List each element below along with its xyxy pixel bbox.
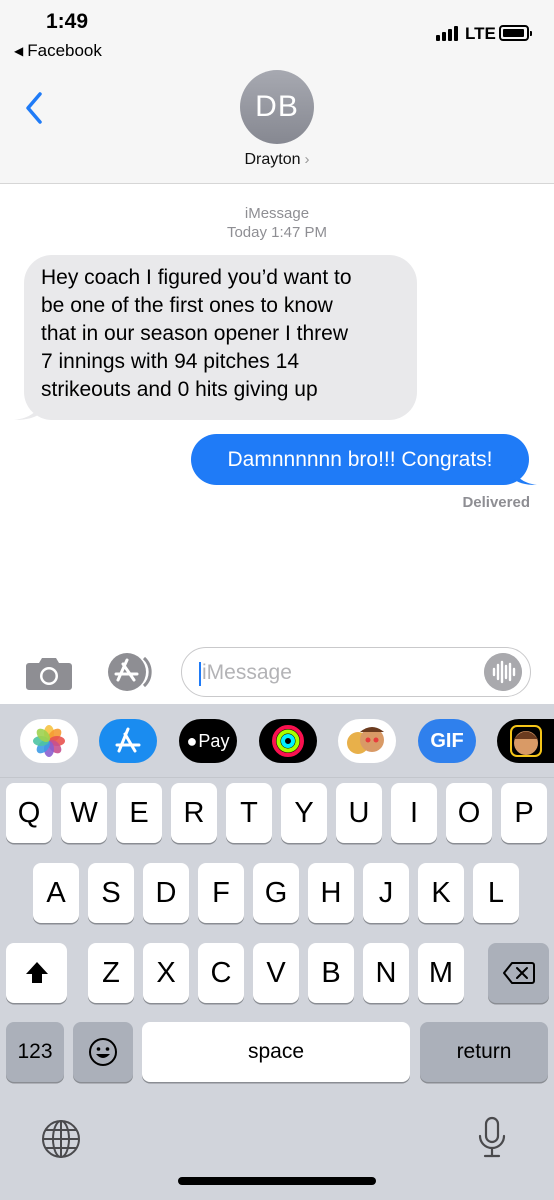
- applepay-icon: ●: [186, 730, 198, 751]
- network-type: LTE: [465, 24, 496, 43]
- photos-app-button[interactable]: [20, 719, 78, 763]
- status-time: 1:49: [46, 10, 89, 33]
- key-t[interactable]: T: [226, 783, 272, 843]
- key-r[interactable]: R: [171, 783, 217, 843]
- battery-icon: [499, 25, 532, 41]
- photos-icon: [33, 725, 65, 757]
- voice-waveform-icon[interactable]: [484, 653, 522, 691]
- bubble-tail: [511, 465, 537, 485]
- chevron-right-icon: ›: [304, 151, 310, 168]
- incoming-message-bubble[interactable]: Hey coach I figured you’d want to be one…: [14, 255, 417, 420]
- message-line: be one of the first ones to know: [41, 294, 333, 317]
- space-key[interactable]: space: [142, 1022, 410, 1082]
- key-w[interactable]: W: [61, 783, 107, 843]
- contact-avatar[interactable]: DB: [240, 70, 314, 144]
- key-j[interactable]: J: [363, 863, 409, 923]
- bubble-tail: [14, 400, 42, 420]
- service-label: iMessage: [244, 205, 310, 222]
- delete-key[interactable]: [488, 943, 549, 1003]
- cellular-signal-icon: [436, 26, 458, 41]
- key-n[interactable]: N: [363, 943, 409, 1003]
- message-input[interactable]: iMessage: [181, 647, 531, 697]
- key-z[interactable]: Z: [88, 943, 134, 1003]
- contact-name-button[interactable]: Drayton ›: [0, 151, 554, 169]
- key-s[interactable]: S: [88, 863, 134, 923]
- gif-app-button[interactable]: GIF: [418, 719, 476, 763]
- delivery-status: Delivered: [462, 494, 530, 511]
- home-indicator[interactable]: [178, 1177, 376, 1185]
- appstore-strip-icon: [115, 727, 141, 753]
- key-x[interactable]: X: [143, 943, 189, 1003]
- contact-name: Drayton: [244, 151, 301, 168]
- outgoing-message-bubble[interactable]: Damnnnnnn bro!!! Congrats!: [191, 434, 537, 485]
- activity-app-button[interactable]: [259, 719, 317, 763]
- key-v[interactable]: V: [253, 943, 299, 1003]
- key-k[interactable]: K: [418, 863, 464, 923]
- message-line: strikeouts and 0 hits giving up: [41, 378, 318, 401]
- text-cursor: [199, 662, 201, 686]
- message-line: Hey coach I figured you’d want to: [41, 266, 352, 289]
- key-b[interactable]: B: [308, 943, 354, 1003]
- key-u[interactable]: U: [336, 783, 382, 843]
- back-to-app-link[interactable]: ◀ Facebook: [14, 41, 102, 61]
- memoji-face-icon: [509, 725, 542, 757]
- key-m[interactable]: M: [418, 943, 464, 1003]
- status-bar: 1:49 ◀ Facebook LTE: [0, 0, 554, 70]
- key-i[interactable]: I: [391, 783, 437, 843]
- key-a[interactable]: A: [33, 863, 79, 923]
- input-placeholder: iMessage: [202, 661, 292, 684]
- imessage-app-strip: ● Pay GIF: [0, 704, 554, 778]
- conversation-header: DB Drayton ›: [0, 70, 554, 184]
- appstore-icon[interactable]: [104, 651, 156, 693]
- numbers-key[interactable]: 123: [6, 1022, 64, 1082]
- delete-icon: [502, 962, 535, 984]
- message-line: that in our season opener I threw: [41, 322, 349, 345]
- key-y[interactable]: Y: [281, 783, 327, 843]
- key-h[interactable]: H: [308, 863, 354, 923]
- applepay-label: Pay: [198, 730, 230, 751]
- message-text: Damnnnnnn bro!!! Congrats!: [227, 447, 493, 471]
- key-e[interactable]: E: [116, 783, 162, 843]
- key-g[interactable]: G: [253, 863, 299, 923]
- memoji-stickers-button[interactable]: [338, 719, 396, 763]
- emoji-icon: [89, 1038, 117, 1066]
- emoji-key[interactable]: [73, 1022, 133, 1082]
- key-o[interactable]: O: [446, 783, 492, 843]
- gif-icon: GIF: [430, 729, 464, 752]
- globe-icon[interactable]: [40, 1118, 82, 1160]
- activity-icon: [272, 725, 304, 757]
- applepay-app-button[interactable]: ● Pay: [179, 719, 237, 763]
- shift-icon: [25, 962, 48, 983]
- shift-key[interactable]: [6, 943, 67, 1003]
- key-p[interactable]: P: [501, 783, 547, 843]
- message-timestamp: Today 1:47 PM: [226, 224, 328, 241]
- key-f[interactable]: F: [198, 863, 244, 923]
- key-l[interactable]: L: [473, 863, 519, 923]
- message-line: 7 innings with 94 pitches 14: [41, 350, 299, 373]
- key-c[interactable]: C: [198, 943, 244, 1003]
- back-app-label: Facebook: [27, 41, 102, 60]
- camera-icon[interactable]: [25, 655, 73, 691]
- memoji-icon: [347, 727, 384, 754]
- keyboard: ● Pay GIF Q W E R T Y U I O P A S D F G …: [0, 704, 554, 1200]
- back-chevron-icon[interactable]: [20, 88, 50, 128]
- key-d[interactable]: D: [143, 863, 189, 923]
- return-key[interactable]: return: [420, 1022, 548, 1082]
- key-q[interactable]: Q: [6, 783, 52, 843]
- back-triangle-icon: ◀: [14, 44, 24, 58]
- microphone-icon[interactable]: [476, 1116, 508, 1162]
- memoji-app-button[interactable]: [497, 719, 554, 763]
- appstore-app-button[interactable]: [99, 719, 157, 763]
